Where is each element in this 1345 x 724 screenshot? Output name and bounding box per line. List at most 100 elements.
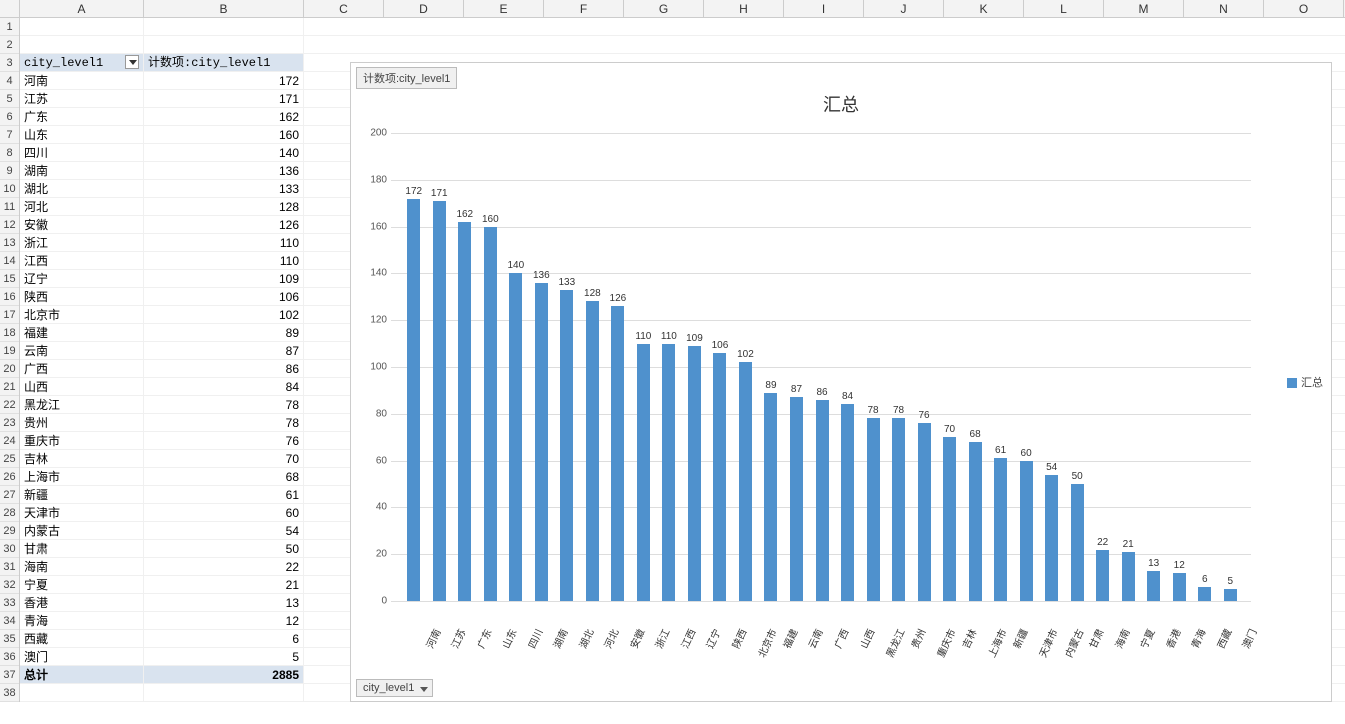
column-header[interactable]: H	[704, 0, 784, 17]
chart-bar[interactable]	[1198, 587, 1211, 601]
row-number[interactable]: 23	[0, 414, 19, 432]
row-number[interactable]: 34	[0, 612, 19, 630]
row-number[interactable]: 38	[0, 684, 19, 702]
row-number[interactable]: 17	[0, 306, 19, 324]
column-header[interactable]: J	[864, 0, 944, 17]
pivot-row-name[interactable]: 湖北	[20, 180, 144, 197]
pivot-row-name[interactable]: 湖南	[20, 162, 144, 179]
row-number[interactable]: 5	[0, 90, 19, 108]
pivot-row-name[interactable]: 甘肃	[20, 540, 144, 557]
chart-bar[interactable]	[739, 362, 752, 601]
chart-bar[interactable]	[994, 458, 1007, 601]
row-number[interactable]: 4	[0, 72, 19, 90]
chart-bar[interactable]	[1096, 550, 1109, 601]
row-number[interactable]: 18	[0, 324, 19, 342]
chart-bar[interactable]	[535, 283, 548, 601]
pivot-row-value[interactable]: 60	[144, 504, 304, 521]
row-number[interactable]: 11	[0, 198, 19, 216]
column-header[interactable]: A	[20, 0, 144, 17]
pivot-field-header[interactable]: city_level1	[20, 54, 144, 71]
chart-bar[interactable]	[816, 400, 829, 601]
pivot-row-name[interactable]: 广东	[20, 108, 144, 125]
column-header[interactable]: O	[1264, 0, 1344, 17]
pivot-row-name[interactable]: 香港	[20, 594, 144, 611]
pivot-row-value[interactable]: 5	[144, 648, 304, 665]
row-number[interactable]: 36	[0, 648, 19, 666]
pivot-row-name[interactable]: 海南	[20, 558, 144, 575]
column-header[interactable]: N	[1184, 0, 1264, 17]
row-number[interactable]: 12	[0, 216, 19, 234]
pivot-row-value[interactable]: 133	[144, 180, 304, 197]
row-number[interactable]: 21	[0, 378, 19, 396]
row-number[interactable]: 28	[0, 504, 19, 522]
pivot-row-value[interactable]: 128	[144, 198, 304, 215]
pivot-row-value[interactable]: 70	[144, 450, 304, 467]
row-number[interactable]: 9	[0, 162, 19, 180]
pivot-row-value[interactable]: 61	[144, 486, 304, 503]
pivot-row-value[interactable]: 110	[144, 252, 304, 269]
chart-bar[interactable]	[969, 442, 982, 601]
pivot-row-name[interactable]: 天津市	[20, 504, 144, 521]
pivot-row-value[interactable]: 160	[144, 126, 304, 143]
pivot-row-value[interactable]: 140	[144, 144, 304, 161]
pivot-row-name[interactable]: 河南	[20, 72, 144, 89]
column-header[interactable]: E	[464, 0, 544, 17]
pivot-row-name[interactable]: 江苏	[20, 90, 144, 107]
chart-bar[interactable]	[713, 353, 726, 601]
chart-bar[interactable]	[943, 437, 956, 601]
cell[interactable]	[20, 36, 144, 53]
pivot-row-name[interactable]: 西藏	[20, 630, 144, 647]
pivot-row-name[interactable]: 贵州	[20, 414, 144, 431]
pivot-row-name[interactable]: 吉林	[20, 450, 144, 467]
pivot-row-name[interactable]: 四川	[20, 144, 144, 161]
column-header[interactable]: K	[944, 0, 1024, 17]
pivot-row-value[interactable]: 50	[144, 540, 304, 557]
pivot-row-name[interactable]: 河北	[20, 198, 144, 215]
pivot-row-value[interactable]: 21	[144, 576, 304, 593]
row-number[interactable]: 35	[0, 630, 19, 648]
pivot-row-name[interactable]: 山东	[20, 126, 144, 143]
pivot-row-name[interactable]: 广西	[20, 360, 144, 377]
row-number[interactable]: 10	[0, 180, 19, 198]
row-number[interactable]: 32	[0, 576, 19, 594]
chart-series-filter-button[interactable]: 计数项:city_level1	[356, 67, 457, 89]
pivot-row-value[interactable]: 6	[144, 630, 304, 647]
pivot-row-value[interactable]: 87	[144, 342, 304, 359]
pivot-total-label[interactable]: 总计	[20, 666, 144, 683]
pivot-row-name[interactable]: 青海	[20, 612, 144, 629]
chart-bar[interactable]	[892, 418, 905, 601]
row-number[interactable]: 25	[0, 450, 19, 468]
chart-bar[interactable]	[509, 273, 522, 601]
cell[interactable]	[20, 684, 144, 701]
cell[interactable]	[20, 18, 144, 35]
row-number[interactable]: 2	[0, 36, 19, 54]
row-number[interactable]: 24	[0, 432, 19, 450]
cell[interactable]	[144, 684, 304, 701]
pivot-row-value[interactable]: 126	[144, 216, 304, 233]
column-header[interactable]: B	[144, 0, 304, 17]
pivot-value-header[interactable]: 计数项:city_level1	[144, 54, 304, 71]
row-number[interactable]: 22	[0, 396, 19, 414]
pivot-row-value[interactable]: 13	[144, 594, 304, 611]
chart-bar[interactable]	[484, 227, 497, 601]
row-number[interactable]: 1	[0, 18, 19, 36]
row-number[interactable]: 29	[0, 522, 19, 540]
row-number[interactable]: 15	[0, 270, 19, 288]
pivot-row-name[interactable]: 北京市	[20, 306, 144, 323]
chart-bar[interactable]	[407, 199, 420, 601]
pivot-row-name[interactable]: 陕西	[20, 288, 144, 305]
row-number[interactable]: 16	[0, 288, 19, 306]
pivot-row-value[interactable]: 84	[144, 378, 304, 395]
row-number[interactable]: 33	[0, 594, 19, 612]
pivot-row-value[interactable]: 78	[144, 396, 304, 413]
row-number[interactable]: 7	[0, 126, 19, 144]
chart-bar[interactable]	[867, 418, 880, 601]
pivot-field-dropdown-icon[interactable]	[125, 55, 139, 69]
column-header[interactable]: M	[1104, 0, 1184, 17]
cell[interactable]	[144, 18, 304, 35]
pivot-row-name[interactable]: 福建	[20, 324, 144, 341]
pivot-row-name[interactable]: 云南	[20, 342, 144, 359]
chart-bar[interactable]	[1020, 461, 1033, 601]
row-number[interactable]: 8	[0, 144, 19, 162]
chart-bar[interactable]	[1173, 573, 1186, 601]
